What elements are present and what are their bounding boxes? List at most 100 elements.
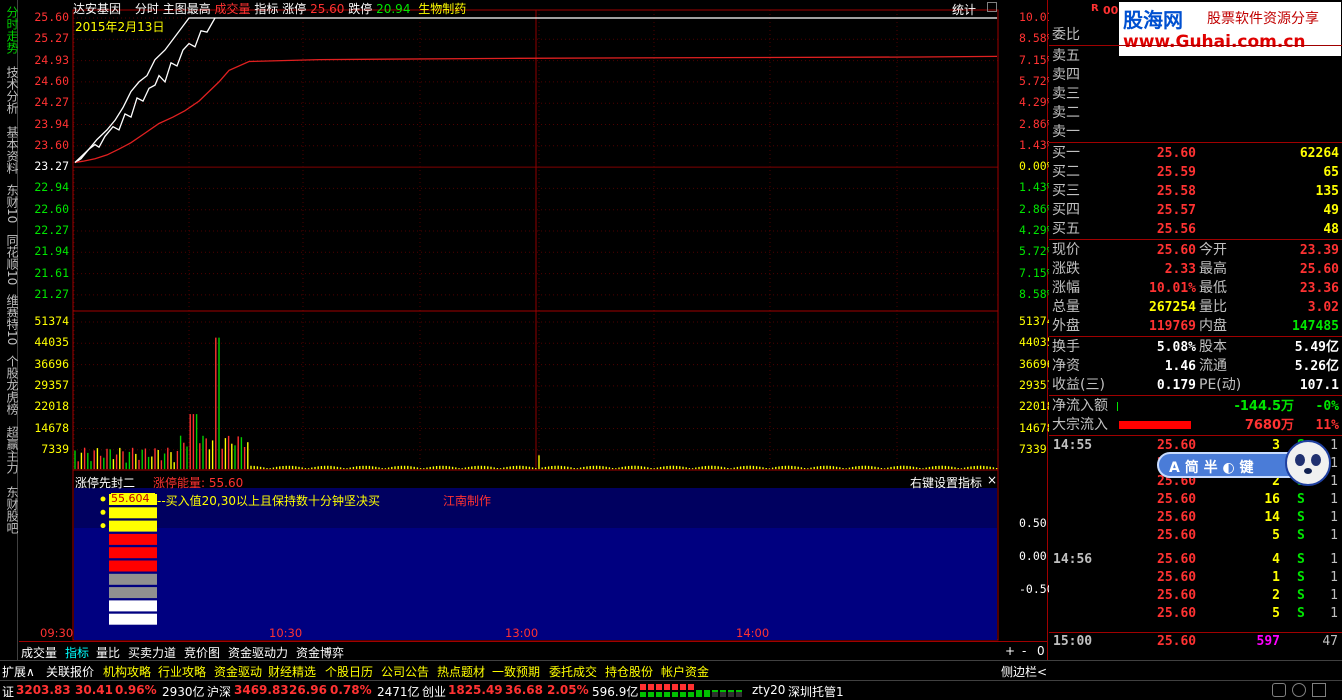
zoom-reset-button[interactable]: 0 (1037, 644, 1045, 658)
tick-count: 1 (1330, 510, 1338, 525)
indicator-name[interactable]: 涨停先封二 (75, 474, 135, 491)
menu-item[interactable]: 财经精选 (268, 663, 316, 680)
menu-item[interactable]: 公司公告 (381, 663, 429, 680)
tab-intraday[interactable]: 分时走势 (0, 4, 19, 56)
tick-count: 47 (1322, 634, 1338, 649)
bid-row: 买三 25.58 135 (1049, 182, 1342, 201)
indicator-settings[interactable]: 右键设置指标 (910, 474, 982, 491)
volume-label[interactable]: 成交量 (215, 2, 251, 16)
tab-auction[interactable]: 竞价图 (184, 644, 220, 661)
tab-forum[interactable]: 东财股吧 (0, 484, 19, 536)
ask2-label: 卖二 (1052, 105, 1080, 121)
bid-price: 25.56 (1156, 222, 1196, 237)
divider (1049, 142, 1342, 143)
menu-item[interactable]: 委托成交 (549, 663, 597, 680)
lock-icon[interactable] (1272, 683, 1286, 697)
menu-item[interactable]: 扩展∧ (2, 663, 35, 680)
menu-item[interactable]: 个股日历 (325, 663, 373, 680)
menu-item[interactable]: 行业攻略 (158, 663, 206, 680)
tick-row: 25.60 5 S 1 (1049, 527, 1342, 545)
stat-value: 1.46 (1164, 359, 1196, 374)
tab-fund-drive[interactable]: 资金驱动力 (228, 644, 288, 661)
weibi-label: 委比 (1052, 27, 1080, 43)
tick-volume: 16 (1264, 492, 1280, 507)
menu-item[interactable]: 机构攻略 (103, 663, 151, 680)
tick-row: 14:56 25.60 4 S 1 (1049, 551, 1342, 569)
tab-dragon-tiger[interactable]: 个股龙虎榜 (0, 354, 19, 416)
menu-item[interactable]: 一致预期 (492, 663, 540, 680)
stat-row: 收益(三) 0.179 PE(动) 107.1 (1049, 376, 1342, 395)
tick-row: 25.60 14 S 1 (1049, 509, 1342, 527)
tab-vol-ratio[interactable]: 量比 (96, 644, 120, 661)
bid-label: 买三 (1052, 183, 1080, 199)
stat-label2: 今开 (1199, 242, 1227, 258)
bid-price: 25.59 (1156, 165, 1196, 180)
limit-down-label: 跌停 (348, 2, 373, 16)
mode-label[interactable]: 分时 (135, 2, 159, 16)
sh-index[interactable]: 3203.83 (16, 683, 71, 697)
limit-down-value: 20.94 (376, 2, 411, 16)
zoom-out-button[interactable]: - (1022, 644, 1026, 658)
trading-window: 分时走势 技术分析 基本资料 东财10 同花顺10 维赛特10 个股龙虎榜 超赢… (0, 0, 1342, 700)
indicator-bar (109, 533, 157, 545)
zty-label: zty20 (752, 683, 786, 697)
cy-index[interactable]: 1825.49 (448, 683, 503, 697)
main-chart-label[interactable]: 主图最高 (163, 2, 211, 16)
screen-icon[interactable] (1312, 683, 1326, 697)
stat-row: 换手 5.08% 股本 5.49亿 (1049, 338, 1342, 357)
tab-weisaite10[interactable]: 维赛特10 (0, 294, 19, 346)
broker-label[interactable]: 深圳托管1 (788, 683, 844, 700)
function-menu: 扩展∧ 关联报价 机构攻略 行业攻略 资金驱动 财经精选 个股日历 公司公告 热点题材 一致预期委… (0, 660, 1342, 680)
meter-segment (672, 692, 678, 697)
divider (1049, 395, 1342, 396)
stat-checkbox[interactable] (987, 2, 997, 12)
ime-icon: A 简 半 ◐ 键 (1169, 460, 1254, 476)
tick-side: S (1297, 570, 1305, 585)
close-icon[interactable]: × (987, 473, 997, 487)
bid-volume: 135 (1315, 184, 1339, 199)
stock-code: 002030 (1103, 4, 1119, 17)
tab-indicator[interactable]: 指标 (65, 644, 89, 661)
sz-pct: 0.78% (330, 683, 372, 697)
stat-row: 总量 267254 量比 3.02 (1049, 298, 1342, 317)
menu-item[interactable]: 热点题材 (437, 663, 485, 680)
tick-count: 1 (1330, 588, 1338, 603)
tick-volume: 14 (1264, 510, 1280, 525)
tab-dongcai10[interactable]: 东财10 (0, 184, 19, 224)
ask5-label: 卖五 (1052, 48, 1080, 64)
menu-item[interactable]: 帐户资金 (661, 663, 709, 680)
sidebar-toggle[interactable]: 侧边栏< (1001, 663, 1047, 680)
stat-value2: 3.02 (1307, 300, 1339, 315)
indicator-bar (109, 573, 157, 585)
message-icon[interactable] (1292, 683, 1306, 697)
sector-label[interactable]: 生物制药 (418, 2, 466, 16)
divider (1049, 45, 1342, 46)
tab-super-main[interactable]: 超赢主力 (0, 424, 19, 476)
tab-technical[interactable]: 技术分析 (0, 64, 19, 116)
tab-fundamentals[interactable]: 基本资料 (0, 124, 19, 176)
ask4-label: 卖四 (1052, 67, 1080, 83)
quote-panel: R 002030 股海网 股票软件资源分享 www.Guhai.com.cn 委… (1049, 0, 1342, 681)
block-inflow-pct: 11% (1315, 418, 1339, 433)
indicator-bar (109, 613, 157, 625)
tick-side: S (1297, 606, 1305, 621)
indicator-label[interactable]: 指标 (254, 2, 278, 16)
stat-button[interactable]: 统计 (952, 1, 976, 18)
intraday-chart[interactable] (19, 0, 1048, 660)
tick-count: 1 (1330, 492, 1338, 507)
tab-force[interactable]: 买卖力道 (128, 644, 176, 661)
tab-tonghuashun10[interactable]: 同花顺10 (0, 234, 19, 286)
mascot-icon (1285, 440, 1331, 486)
zoom-in-button[interactable]: + (1005, 644, 1015, 658)
menu-item[interactable]: 资金驱动 (214, 663, 262, 680)
tab-volume[interactable]: 成交量 (21, 644, 57, 661)
menu-item[interactable]: 持仓股份 (605, 663, 653, 680)
tab-fund-game[interactable]: 资金博弈 (296, 644, 344, 661)
meter-segment (712, 692, 718, 697)
stat-value: 25.60 (1156, 243, 1196, 258)
tick-count: 1 (1330, 456, 1338, 471)
block-inflow-label: 大宗流入 (1052, 417, 1108, 433)
meter-segment (672, 684, 678, 690)
menu-item[interactable]: 关联报价 (46, 663, 94, 680)
sz-index[interactable]: 3469.83 (234, 683, 289, 697)
